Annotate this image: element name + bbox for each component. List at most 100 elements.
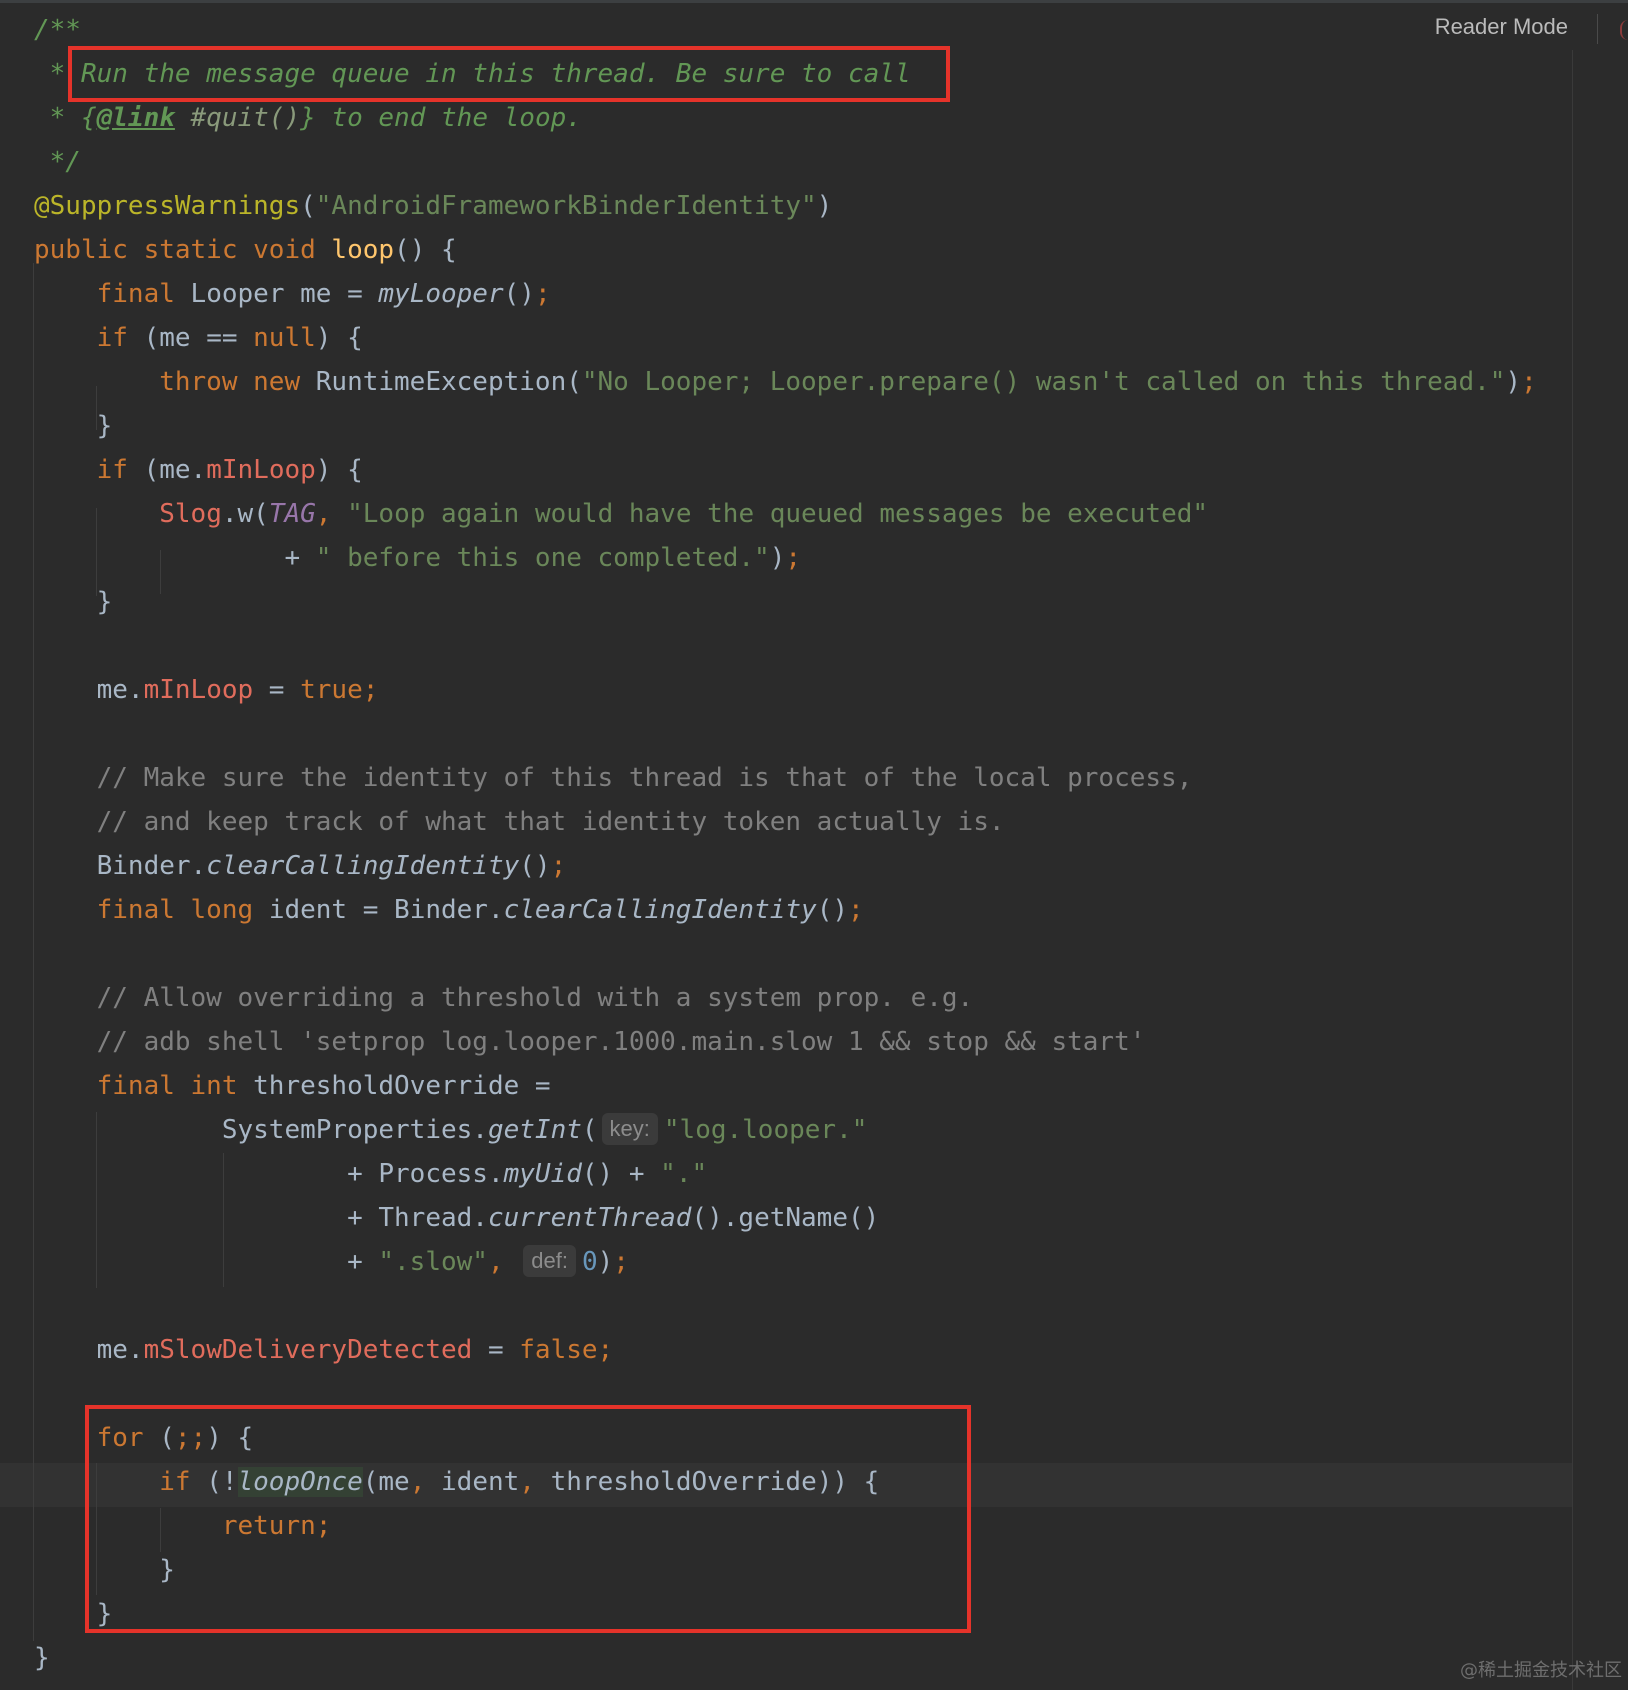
code-token: 0 [581, 1247, 598, 1277]
code-token: SystemProperties. [34, 1115, 488, 1145]
highlight-box-doc-comment [68, 46, 950, 102]
code-token: "Loop again would have the queued messag… [347, 499, 1209, 529]
code-token: , [487, 1247, 520, 1277]
code-token: + Process. [34, 1159, 504, 1189]
code-token: = [472, 1335, 520, 1365]
code-line[interactable]: me.mInLoop = true; [34, 668, 379, 712]
code-token: () [519, 851, 551, 881]
code-token: /** [34, 15, 81, 45]
code-token: ) { [315, 455, 363, 485]
code-token: thresholdOverride = [253, 1071, 551, 1101]
code-token: myLooper [378, 279, 504, 309]
code-token: mSlowDeliveryDetected [143, 1335, 473, 1365]
parameter-hint: key: [601, 1113, 658, 1145]
code-token: = [253, 675, 301, 705]
code-token: + [34, 1247, 379, 1277]
code-token: false; [519, 1335, 614, 1365]
code-token: loop [331, 235, 395, 265]
code-editor[interactable]: /** * Run the message queue in this thre… [0, 0, 1628, 1690]
code-token: mInLoop [206, 455, 316, 485]
code-line[interactable]: Binder.clearCallingIdentity(); [34, 844, 567, 888]
code-line[interactable]: me.mSlowDeliveryDetected = false; [34, 1328, 614, 1372]
code-token: } [34, 587, 113, 617]
code-token: ".slow" [378, 1247, 488, 1277]
code-line[interactable]: @SuppressWarnings("AndroidFrameworkBinde… [34, 184, 832, 228]
code-token: true; [300, 675, 379, 705]
code-token: (me == [143, 323, 254, 353]
code-line[interactable]: public static void loop() { [34, 228, 457, 272]
code-token: RuntimeException( [315, 367, 582, 397]
code-token: (me. [143, 455, 207, 485]
code-token: ( [581, 1115, 598, 1145]
code-token: "AndroidFrameworkBinderIdentity" [315, 191, 817, 221]
code-line[interactable]: // Make sure the identity of this thread… [34, 756, 1193, 800]
code-token: Looper me = [190, 279, 379, 309]
code-token: // adb shell 'setprop log.looper.1000.ma… [34, 1027, 1146, 1057]
code-token: } [34, 411, 113, 441]
code-token: // Make sure the identity of this thread… [34, 763, 1193, 793]
code-line[interactable]: // and keep track of what that identity … [34, 800, 1005, 844]
code-token: ().getName() [691, 1203, 880, 1233]
code-token: // Allow overriding a threshold with a s… [34, 983, 974, 1013]
code-token: me. [34, 675, 144, 705]
code-line[interactable]: + " before this one completed."); [34, 536, 801, 580]
code-token: ; [1521, 367, 1537, 397]
code-token: me. [34, 1335, 144, 1365]
code-token: TAG [268, 499, 316, 529]
code-line[interactable]: final Looper me = myLooper(); [34, 272, 551, 316]
code-token: () { [394, 235, 457, 265]
code-token: Slog [159, 499, 222, 529]
code-line[interactable]: // adb shell 'setprop log.looper.1000.ma… [34, 1020, 1146, 1064]
code-token: + Thread. [34, 1203, 488, 1233]
code-line[interactable]: } [34, 404, 113, 448]
code-token: ) { [315, 323, 363, 353]
code-line[interactable]: } [34, 580, 113, 624]
code-line[interactable]: final int thresholdOverride = [34, 1064, 551, 1108]
parameter-hint: def: [523, 1245, 576, 1277]
code-token: ; [534, 279, 551, 309]
code-token: currentThread [487, 1203, 692, 1233]
code-line[interactable]: SystemProperties.getInt(key: "log.looper.… [34, 1108, 867, 1152]
code-token: Binder. [34, 851, 207, 881]
reader-mode-button[interactable]: Reader Mode [1435, 14, 1568, 40]
code-token: ) [769, 543, 786, 573]
code-line[interactable]: + ".slow", def: 0); [34, 1240, 629, 1284]
watermark: @稀土掘金技术社区 [1460, 1660, 1622, 1681]
code-line[interactable]: if (me.mInLoop) { [34, 448, 363, 492]
code-token: */ [34, 147, 81, 177]
code-token: ; [785, 543, 802, 573]
code-line[interactable]: + Thread.currentThread().getName() [34, 1196, 879, 1240]
code-line[interactable]: Slog.w(TAG, "Loop again would have the q… [34, 492, 1208, 536]
code-token: ident = Binder. [268, 895, 504, 925]
code-line[interactable]: * {@link #quit()} to end the loop. [34, 96, 582, 140]
code-token: ( [300, 191, 316, 221]
code-token: clearCallingIdentity [206, 851, 520, 881]
editor-top-border [0, 0, 1628, 3]
code-token: null [253, 323, 316, 353]
code-token: myUid [503, 1159, 582, 1189]
code-token: if [34, 323, 144, 353]
inspection-indicator-icon[interactable] [1620, 20, 1628, 40]
code-line[interactable]: final long ident = Binder.clearCallingId… [34, 888, 864, 932]
code-token: #quit() [174, 103, 301, 133]
code-token: ) [1505, 367, 1522, 397]
code-line[interactable]: } [34, 1636, 50, 1680]
code-line[interactable]: // Allow overriding a threshold with a s… [34, 976, 974, 1020]
code-token: " before this one completed." [315, 543, 770, 573]
code-token: "log.looper." [663, 1115, 868, 1145]
code-token: * { [34, 103, 97, 133]
right-margin-rule [1572, 50, 1573, 1690]
code-token: final long [34, 895, 269, 925]
code-token: + [34, 543, 316, 573]
toolbar-separator [1597, 14, 1598, 44]
code-line[interactable]: throw new RuntimeException("No Looper; L… [34, 360, 1537, 404]
highlight-box-for-loop [85, 1405, 971, 1633]
code-line[interactable]: if (me == null) { [34, 316, 363, 360]
code-line[interactable]: + Process.myUid() + "." [34, 1152, 707, 1196]
code-token: throw new [34, 367, 316, 397]
code-token: final [34, 279, 191, 309]
code-token: clearCallingIdentity [503, 895, 817, 925]
code-token: ; [550, 851, 567, 881]
code-line[interactable]: */ [34, 140, 81, 184]
